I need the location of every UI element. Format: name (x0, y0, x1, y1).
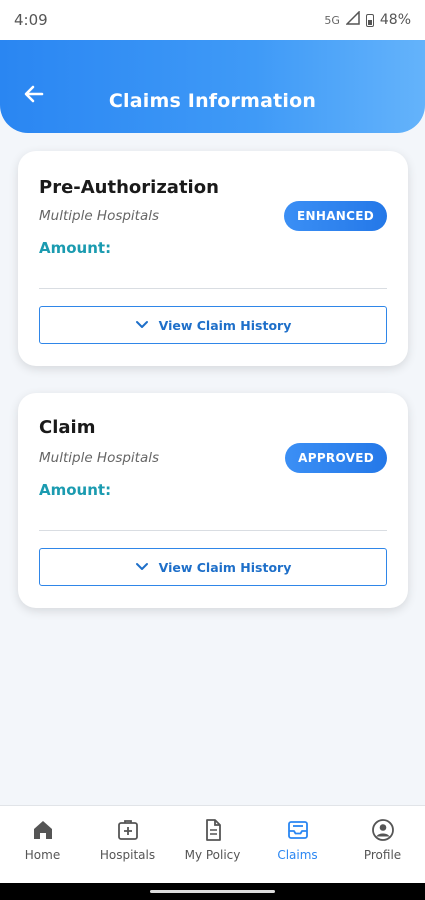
nav-label: Profile (363, 848, 402, 862)
status-badge: APPROVED (285, 443, 387, 473)
home-icon (31, 818, 55, 842)
network-icon: 5G (324, 13, 340, 27)
view-claim-history-button[interactable]: View Claim History (39, 548, 387, 586)
chevron-down-icon (135, 321, 148, 328)
button-label: View Claim History (158, 559, 292, 575)
view-claim-history-button[interactable]: View Claim History (39, 306, 387, 344)
nav-label: Home (24, 848, 61, 862)
document-icon (201, 818, 225, 842)
card-subtitle: Multiple Hospitals (39, 208, 160, 224)
card-title: Pre-Authorization (39, 177, 219, 198)
hospital-icon (116, 818, 140, 842)
profile-icon (371, 818, 395, 842)
button-label: View Claim History (158, 317, 292, 333)
nav-item-my-policy[interactable]: My Policy (170, 818, 255, 862)
card-subtitle: Multiple Hospitals (39, 450, 160, 466)
app-header: Claims Information (0, 40, 425, 133)
claim-card-pre-authorization: Pre-Authorization Multiple Hospitals ENH… (18, 151, 408, 366)
status-indicators: 5G 48% (324, 10, 411, 29)
nav-item-hospitals[interactable]: Hospitals (85, 818, 170, 862)
status-badge: ENHANCED (284, 201, 387, 231)
amount-label: Amount: (39, 481, 112, 499)
bottom-nav: Home Hospitals My Policy Claims Profile (0, 805, 425, 883)
home-gesture-handle[interactable] (150, 890, 275, 893)
nav-label: Claims (277, 848, 318, 862)
status-bar: 4:09 5G 48% (0, 0, 425, 40)
status-time: 4:09 (14, 11, 48, 29)
nav-label: My Policy (184, 848, 241, 862)
battery-icon (365, 13, 374, 27)
amount-label: Amount: (39, 239, 112, 257)
battery-percent: 48% (379, 12, 411, 28)
nav-item-profile[interactable]: Profile (340, 818, 425, 862)
divider (39, 288, 387, 289)
nav-item-claims[interactable]: Claims (255, 818, 340, 862)
claims-tray-icon (286, 818, 310, 842)
page-title: Claims Information (108, 90, 317, 112)
claim-card-claim: Claim Multiple Hospitals APPROVED Amount… (18, 393, 408, 608)
card-title: Claim (39, 417, 96, 438)
system-navigation-bar (0, 883, 425, 900)
chevron-down-icon (135, 563, 148, 570)
divider (39, 530, 387, 531)
signal-icon (345, 10, 360, 29)
nav-label: Hospitals (99, 848, 156, 862)
nav-item-home[interactable]: Home (0, 818, 85, 862)
